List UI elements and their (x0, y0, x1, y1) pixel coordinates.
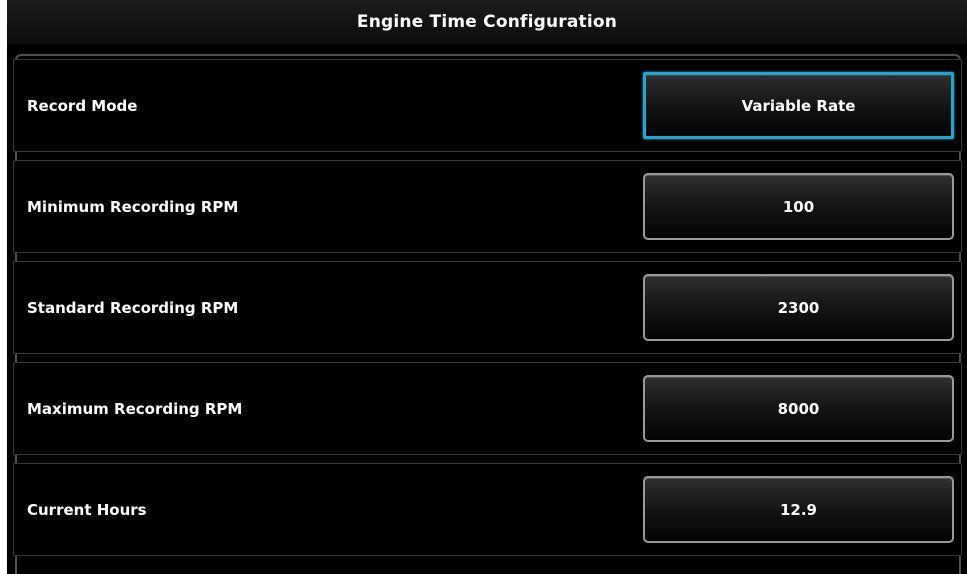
standard-recording-rpm-button[interactable]: 2300 (643, 274, 954, 341)
title-bar: Engine Time Configuration (7, 0, 967, 44)
maximum-recording-rpm-button[interactable]: 8000 (643, 375, 954, 442)
record-mode-button[interactable]: Variable Rate (643, 72, 954, 139)
settings-row-current-hours: Current Hours 12.9 (13, 463, 962, 556)
settings-row-minimum-recording-rpm: Minimum Recording RPM 100 (13, 160, 962, 253)
settings-row-maximum-recording-rpm: Maximum Recording RPM 8000 (13, 362, 962, 455)
standard-recording-rpm-label: Standard Recording RPM (27, 298, 239, 317)
current-hours-label: Current Hours (27, 500, 147, 519)
settings-row-record-mode: Record Mode Variable Rate (13, 59, 962, 152)
page-title: Engine Time Configuration (356, 12, 618, 32)
maximum-recording-rpm-label: Maximum Recording RPM (27, 399, 243, 418)
minimum-recording-rpm-label: Minimum Recording RPM (27, 197, 239, 216)
current-hours-button[interactable]: 12.9 (643, 476, 954, 543)
record-mode-label: Record Mode (27, 96, 138, 115)
minimum-recording-rpm-button[interactable]: 100 (643, 173, 954, 240)
settings-row-standard-recording-rpm: Standard Recording RPM 2300 (13, 261, 962, 354)
display-screen: Engine Time Configuration Record Mode Va… (7, 0, 967, 574)
